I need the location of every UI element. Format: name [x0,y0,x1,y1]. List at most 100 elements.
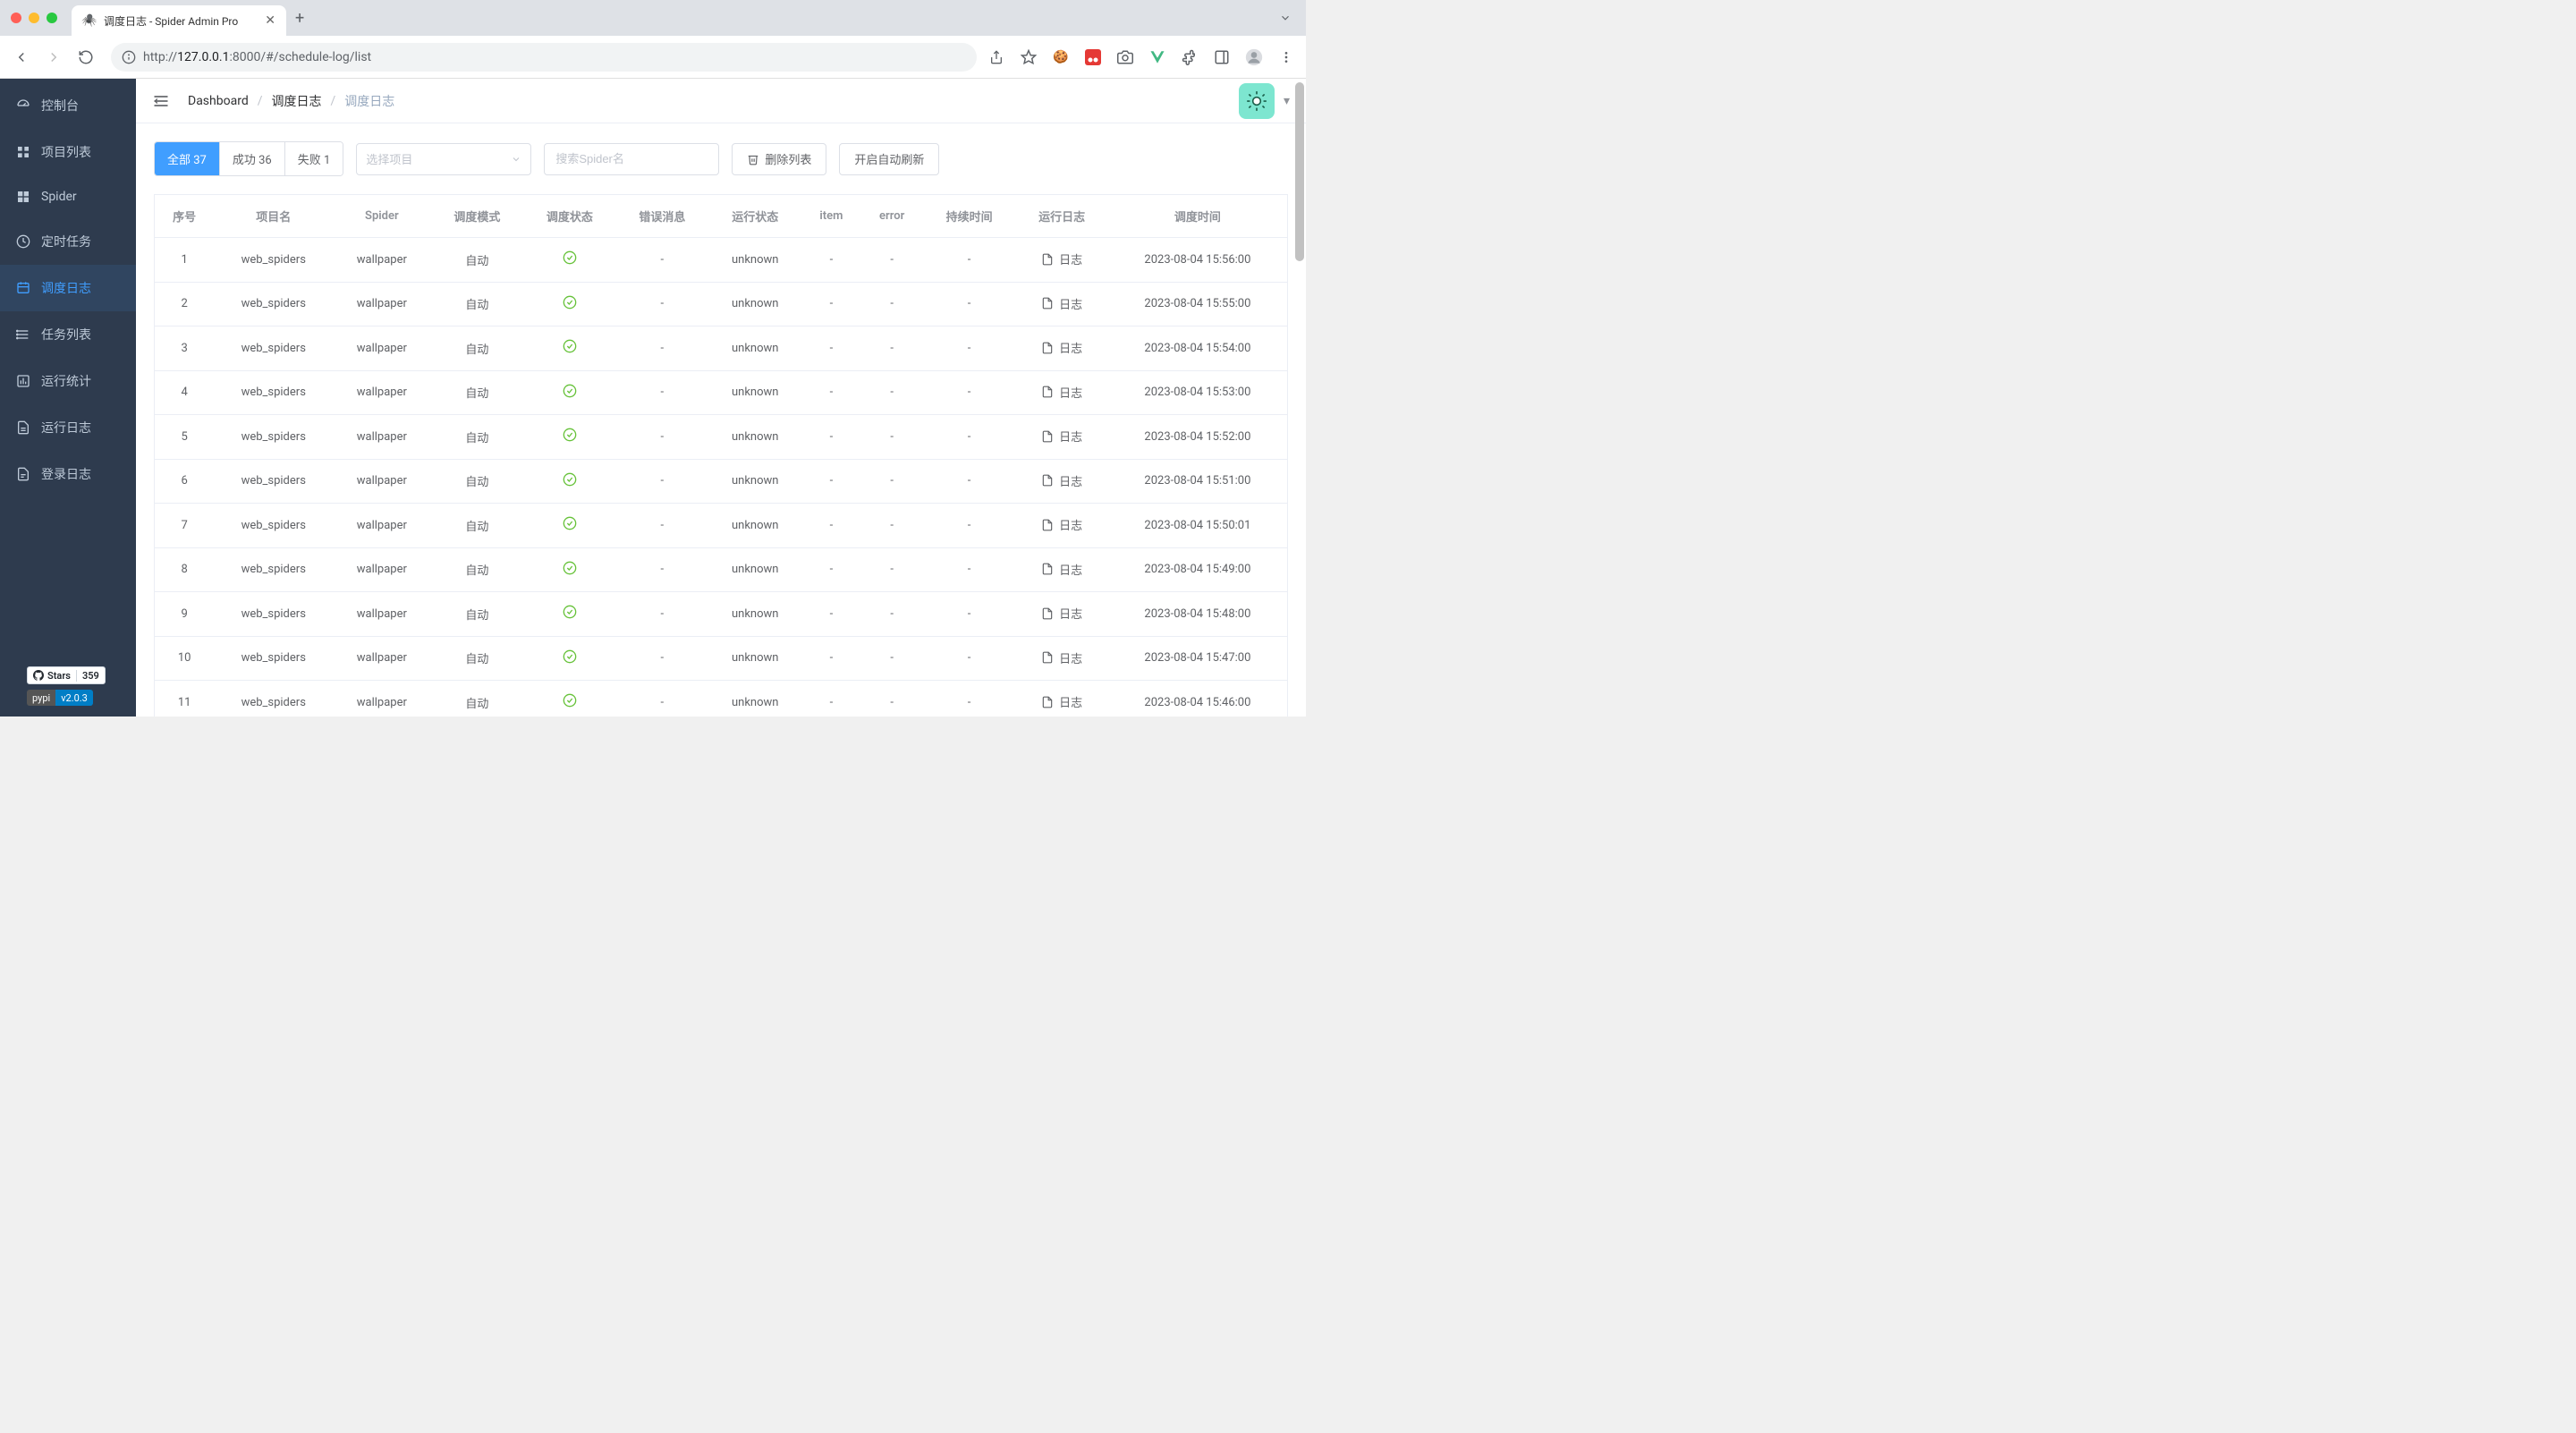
cell-run-status: unknown [708,547,801,592]
status-success-icon [563,250,577,265]
status-success-icon [563,605,577,619]
cell-err-msg: - [616,681,709,717]
sidebar-item-7[interactable]: 运行日志 [0,404,136,451]
close-tab-icon[interactable]: ✕ [265,13,275,28]
cell-status [523,459,616,504]
avatar[interactable] [1239,83,1275,119]
cell-project: web_spiders [214,370,333,415]
filter-fail-button[interactable]: 失败 1 [285,142,343,175]
status-success-icon [563,649,577,664]
table-row: 9web_spiderswallpaper自动-unknown---日志2023… [155,592,1288,637]
cell-error: - [861,636,923,681]
scroll-thumb[interactable] [1295,82,1304,261]
log-link[interactable]: 日志 [1041,339,1082,356]
cell-error: - [861,370,923,415]
tabs-dropdown-icon[interactable] [1279,12,1292,24]
document-icon [1041,253,1054,266]
sidebar-item-1[interactable]: 项目列表 [0,129,136,175]
tab-bar: 🕷️ 调度日志 - Spider Admin Pro ✕ + [0,0,1306,36]
sidebar-item-5[interactable]: 任务列表 [0,311,136,358]
sidebar-item-3[interactable]: 定时任务 [0,218,136,265]
sidebar-item-4[interactable]: 调度日志 [0,265,136,311]
extensions-icon[interactable] [1181,48,1199,66]
log-link[interactable]: 日志 [1041,428,1082,445]
sidebar-item-label: 控制台 [41,97,79,114]
extension-cookie-icon[interactable]: 🍪 [1052,48,1070,66]
collapse-sidebar-icon[interactable] [152,92,170,110]
github-stars-badge[interactable]: Stars 359 [27,666,106,684]
log-link[interactable]: 日志 [1041,605,1082,622]
cell-mode: 自动 [431,282,524,326]
log-link[interactable]: 日志 [1041,649,1082,666]
sidepanel-icon[interactable] [1213,48,1231,66]
filter-success-button[interactable]: 成功 36 [220,142,285,175]
filter-all-button[interactable]: 全部 37 [155,142,220,175]
cell-time: 2023-08-04 15:54:00 [1108,326,1288,371]
url-bar[interactable]: http://127.0.0.1:8000/#/schedule-log/lis… [111,43,977,72]
minimize-window-icon[interactable] [29,13,39,23]
reload-icon[interactable] [75,47,97,68]
cell-time: 2023-08-04 15:55:00 [1108,282,1288,326]
extension-camera-icon[interactable] [1116,48,1134,66]
cell-status [523,238,616,283]
cell-idx: 1 [155,238,215,283]
log-link[interactable]: 日志 [1041,561,1082,578]
cell-mode: 自动 [431,326,524,371]
browser-tab[interactable]: 🕷️ 调度日志 - Spider Admin Pro ✕ [72,5,286,36]
sidebar-icon [16,420,30,435]
cell-run-status: unknown [708,459,801,504]
sidebar-icon [16,190,30,204]
sidebar-icon [16,234,30,249]
cell-idx: 5 [155,415,215,460]
log-link[interactable]: 日志 [1041,295,1082,312]
cell-log: 日志 [1015,592,1108,637]
back-icon[interactable] [11,47,32,68]
spider-search-input[interactable] [544,143,719,175]
extension-vue-icon[interactable] [1148,48,1166,66]
table-row: 3web_spiderswallpaper自动-unknown---日志2023… [155,326,1288,371]
log-link[interactable]: 日志 [1041,250,1082,267]
scrollbar[interactable] [1295,79,1304,716]
cell-error: - [861,238,923,283]
breadcrumb: Dashboard / 调度日志 / 调度日志 [188,92,394,110]
share-icon[interactable] [987,48,1005,66]
cell-idx: 7 [155,504,215,548]
breadcrumb-mid[interactable]: 调度日志 [272,92,322,110]
table-row: 4web_spiderswallpaper自动-unknown---日志2023… [155,370,1288,415]
table-wrap: 序号项目名Spider调度模式调度状态错误消息运行状态itemerror持续时间… [136,194,1306,716]
log-link[interactable]: 日志 [1041,384,1082,401]
new-tab-icon[interactable]: + [295,9,304,28]
cell-item: - [801,370,860,415]
cell-mode: 自动 [431,370,524,415]
log-link[interactable]: 日志 [1041,472,1082,489]
status-filter-group: 全部 37 成功 36 失败 1 [154,141,343,176]
cell-time: 2023-08-04 15:48:00 [1108,592,1288,637]
forward-icon[interactable] [43,47,64,68]
project-select[interactable]: 选择项目 [356,143,531,175]
extension-red-icon[interactable] [1084,48,1102,66]
toolbar-icons: 🍪 [987,48,1295,66]
info-icon[interactable] [122,50,136,64]
log-link[interactable]: 日志 [1041,693,1082,710]
sidebar-item-6[interactable]: 运行统计 [0,358,136,404]
clear-list-button[interactable]: 删除列表 [732,143,826,175]
pypi-version-badge[interactable]: pypi v2.0.3 [27,690,93,706]
document-icon [1041,342,1054,354]
profile-icon[interactable] [1245,48,1263,66]
sidebar-item-0[interactable]: 控制台 [0,82,136,129]
menu-dots-icon[interactable] [1277,48,1295,66]
cell-status [523,592,616,637]
cell-run-status: unknown [708,370,801,415]
close-window-icon[interactable] [11,13,21,23]
star-icon[interactable] [1020,48,1038,66]
cell-error: - [861,504,923,548]
sidebar-item-2[interactable]: Spider [0,175,136,218]
cell-spider: wallpaper [333,547,430,592]
url-text: http://127.0.0.1:8000/#/schedule-log/lis… [143,50,371,64]
maximize-window-icon[interactable] [47,13,57,23]
avatar-caret-icon[interactable]: ▾ [1284,94,1290,108]
log-link[interactable]: 日志 [1041,516,1082,533]
breadcrumb-root[interactable]: Dashboard [188,94,249,108]
sidebar-item-8[interactable]: 登录日志 [0,451,136,497]
auto-refresh-button[interactable]: 开启自动刷新 [839,143,939,175]
